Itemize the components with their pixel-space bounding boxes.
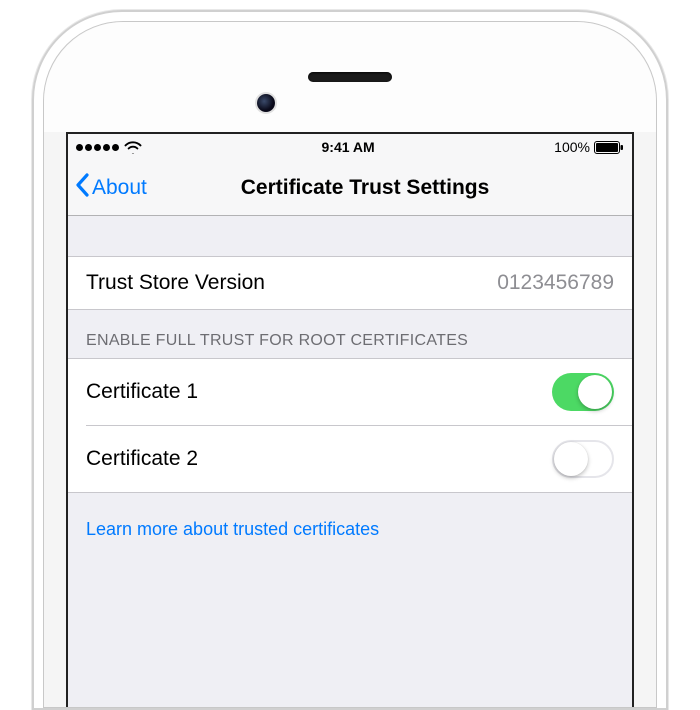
certificate-row: Certificate 2 [86, 425, 632, 492]
trust-store-version-value: 0123456789 [497, 271, 614, 295]
screen: 9:41 AM 100% [66, 132, 634, 707]
wifi-icon [124, 141, 142, 154]
chevron-left-icon [74, 173, 90, 203]
status-bar: 9:41 AM 100% [68, 134, 632, 160]
trust-store-version-label: Trust Store Version [86, 271, 265, 295]
certificate-label: Certificate 2 [86, 447, 198, 471]
certificates-group: Certificate 1 Certificate 2 [68, 358, 632, 493]
nav-bar: About Certificate Trust Settings [68, 160, 632, 216]
section-header: ENABLE FULL TRUST FOR ROOT CERTIFICATES [68, 310, 632, 358]
trust-store-version-row: Trust Store Version 0123456789 [68, 256, 632, 310]
certificate-label: Certificate 1 [86, 380, 198, 404]
certificate-toggle[interactable] [552, 440, 614, 478]
battery-icon [594, 141, 624, 154]
signal-strength-icon [76, 144, 119, 151]
page-title: Certificate Trust Settings [241, 176, 490, 200]
phone-front-camera [257, 94, 275, 112]
certificate-toggle[interactable] [552, 373, 614, 411]
certificate-row: Certificate 1 [68, 359, 632, 425]
battery-percent: 100% [554, 139, 590, 155]
learn-more-link[interactable]: Learn more about trusted certificates [68, 493, 632, 550]
status-time: 9:41 AM [322, 139, 375, 155]
back-label: About [92, 176, 147, 200]
phone-speaker [308, 72, 392, 82]
back-button[interactable]: About [68, 173, 147, 203]
